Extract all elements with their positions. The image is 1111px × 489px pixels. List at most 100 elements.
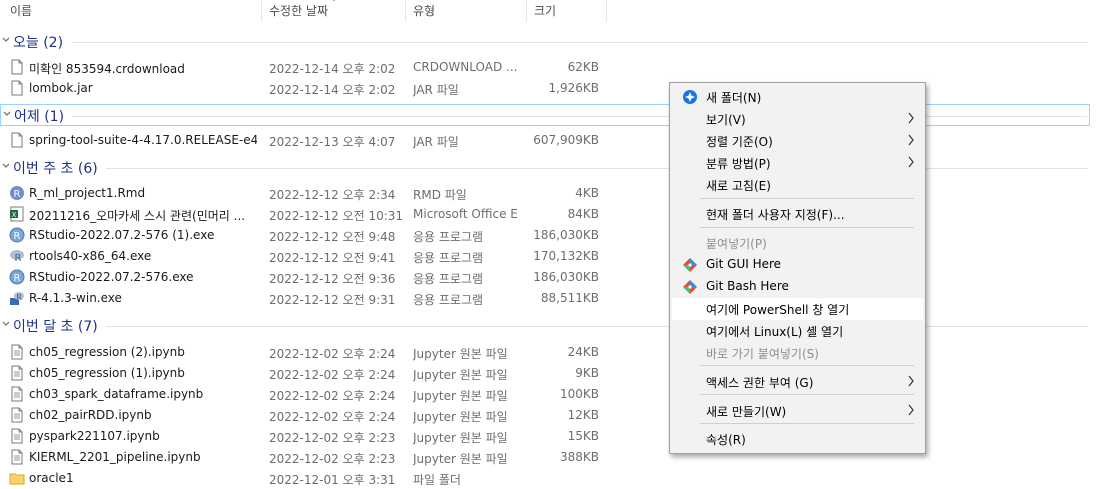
- file-row[interactable]: oracle1 2022-12-01 오후 3:31 파일 폴더: [0, 468, 660, 489]
- file-type: Jupyter 원본 파일: [413, 431, 508, 445]
- menu-item-group-by[interactable]: 분류 방법(P): [672, 152, 923, 174]
- menu-item-give-access[interactable]: 액세스 권한 부여 (G): [672, 371, 923, 393]
- menu-item-linux-shell[interactable]: 여기에서 Linux(L) 셸 열기: [672, 320, 923, 342]
- menu-item-label: 여기에서 Linux(L) 셸 열기: [706, 325, 844, 339]
- menu-item-customize-folder[interactable]: 현재 폴더 사용자 지정(F)...: [672, 203, 923, 225]
- file-date: 2022-12-12 오전 9:48: [269, 230, 396, 244]
- sort-indicator-icon: ⌄: [330, 0, 338, 4]
- blank-file-icon: [9, 132, 25, 148]
- chevron-down-icon[interactable]: [1, 160, 11, 170]
- file-row[interactable]: R RStudio-2022.07.2-576.exe 2022-12-12 오전 …: [0, 267, 660, 288]
- file-type: RMD 파일: [413, 188, 467, 202]
- file-size: 186,030KB: [533, 228, 599, 242]
- menu-item-label: 바로 가기 붙여넣기(S): [706, 347, 819, 361]
- menu-item-sort-by[interactable]: 정렬 기준(O): [672, 130, 923, 152]
- blank-file-icon: [9, 80, 25, 96]
- menu-item-git-gui[interactable]: Git GUI Here: [672, 254, 923, 276]
- group-divider: [106, 168, 1088, 169]
- text-file-icon: [9, 344, 25, 360]
- menu-item-label: Git Bash Here: [706, 279, 789, 293]
- file-date: 2022-12-12 오전 9:31: [269, 293, 396, 307]
- file-size: 100KB: [559, 387, 599, 401]
- r-installer-icon: R: [9, 248, 25, 264]
- menu-item-refresh[interactable]: 새로 고침(E): [672, 174, 923, 196]
- file-date: 2022-12-12 오전 9:41: [269, 251, 396, 265]
- file-size: 62KB: [567, 60, 599, 74]
- file-date: 2022-12-14 오후 2:02: [269, 83, 396, 97]
- group-header[interactable]: 어제 (1): [0, 104, 1090, 126]
- group-title: 오늘 (2): [13, 35, 64, 51]
- file-type: 응용 프로그램: [413, 293, 484, 307]
- group-header[interactable]: 이번 달 초 (7): [0, 315, 1090, 337]
- file-type: CRDOWNLOAD ...: [413, 60, 517, 74]
- file-row[interactable]: X 20211216_오마카세 스시 관련(민머리 ... 2022-12-12 오…: [0, 204, 660, 225]
- menu-item-label: 보기(V): [706, 113, 746, 127]
- menu-item-properties[interactable]: 속성(R): [672, 428, 923, 450]
- file-name: R_ml_project1.Rmd: [29, 186, 146, 200]
- file-row[interactable]: ch05_regression (1).ipynb 2022-12-02 오후 2…: [0, 363, 660, 384]
- file-name: RStudio-2022.07.2-576 (1).exe: [29, 228, 215, 242]
- file-date: 2022-12-12 오전 10:31: [269, 209, 404, 223]
- svg-text:R: R: [15, 253, 22, 264]
- menu-item-new[interactable]: 새로 만들기(W): [672, 400, 923, 422]
- file-type: 파일 폴더: [413, 473, 461, 487]
- column-divider[interactable]: [261, 0, 262, 22]
- excel-file-icon: X: [9, 206, 25, 222]
- file-row[interactable]: Rrtools40-x86_64.exe 2022-12-12 오전 9:41 응용…: [0, 246, 660, 267]
- file-date: 2022-12-02 오후 2:23: [269, 431, 396, 445]
- column-divider[interactable]: [526, 0, 527, 22]
- text-file-icon: [9, 449, 25, 465]
- file-row[interactable]: KIERML_2201_pipeline.ipynb 2022-12-02 오후 …: [0, 447, 660, 468]
- file-name: ch03_spark_dataframe.ipynb: [29, 387, 204, 401]
- menu-separator: [700, 227, 914, 228]
- column-type[interactable]: 유형: [413, 2, 435, 19]
- group-title: 어제 (1): [14, 109, 65, 125]
- context-menu: 새 폴더(N) 보기(V) 정렬 기준(O) 분류 방법(P) 새로 고침(E) 현재 폴…: [669, 82, 926, 454]
- menu-item-new-folder[interactable]: 새 폴더(N): [672, 86, 923, 108]
- column-size[interactable]: 크기: [534, 2, 556, 19]
- menu-item-label: 여기에 PowerShell 창 열기: [706, 303, 850, 317]
- file-row[interactable]: R R_ml_project1.Rmd 2022-12-12 오후 2:34 RMD …: [0, 183, 660, 204]
- file-type: Jupyter 원본 파일: [413, 347, 508, 361]
- column-header: 이름 ⌄ 수정한 날짜 유형 크기: [0, 0, 1111, 24]
- group-header[interactable]: 이번 주 초 (6): [0, 157, 1090, 179]
- chevron-down-icon[interactable]: [1, 318, 11, 328]
- file-date: 2022-12-01 오후 3:31: [269, 473, 396, 487]
- column-divider[interactable]: [405, 0, 406, 22]
- menu-item-label: 붙여넣기(P): [706, 237, 767, 251]
- file-row[interactable]: ch05_regression (2).ipynb 2022-12-02 오후 2…: [0, 342, 660, 363]
- file-row[interactable]: lombok.jar 2022-12-14 오후 2:02 JAR 파일 1,926K…: [0, 78, 660, 99]
- column-name[interactable]: 이름: [10, 2, 32, 19]
- group-divider: [71, 42, 1088, 43]
- menu-item-view[interactable]: 보기(V): [672, 108, 923, 130]
- svg-text:R: R: [14, 231, 21, 242]
- file-size: 1,926KB: [548, 81, 599, 95]
- chevron-down-icon[interactable]: [2, 108, 12, 118]
- file-row[interactable]: pyspark221107.ipynb 2022-12-02 오후 2:23 Jup…: [0, 426, 660, 447]
- file-type: Jupyter 원본 파일: [413, 452, 508, 466]
- r-setup-icon: R: [9, 290, 25, 306]
- file-row[interactable]: R R-4.1.3-win.exe 2022-12-12 오전 9:31 응용 프로그…: [0, 288, 660, 309]
- menu-item-git-bash[interactable]: Git Bash Here: [672, 276, 923, 298]
- file-type: 응용 프로그램: [413, 272, 484, 286]
- column-divider[interactable]: [606, 0, 607, 22]
- file-size: 12KB: [567, 408, 599, 422]
- file-type: 응용 프로그램: [413, 251, 484, 265]
- file-row[interactable]: ch03_spark_dataframe.ipynb 2022-12-02 오후 …: [0, 384, 660, 405]
- chevron-down-icon[interactable]: [1, 34, 11, 44]
- file-size: 186,030KB: [533, 270, 599, 284]
- file-name: R-4.1.3-win.exe: [29, 291, 122, 305]
- file-row[interactable]: R RStudio-2022.07.2-576 (1).exe 2022-12-12…: [0, 225, 660, 246]
- file-date: 2022-12-02 오후 2:23: [269, 452, 396, 466]
- file-size: 388KB: [559, 450, 599, 464]
- file-row[interactable]: spring-tool-suite-4-4.17.0.RELEASE-e4.2.…: [0, 130, 660, 151]
- new-folder-icon: [682, 89, 698, 105]
- file-row[interactable]: ch02_pairRDD.ipynb 2022-12-02 오후 2:24 Jupy…: [0, 405, 660, 426]
- file-row[interactable]: 미확인 853594.crdownload 2022-12-14 오후 2:02 C…: [0, 57, 660, 78]
- text-file-icon: [9, 386, 25, 402]
- group-header[interactable]: 오늘 (2): [0, 31, 1090, 53]
- column-date[interactable]: 수정한 날짜: [269, 2, 328, 19]
- file-name: KIERML_2201_pipeline.ipynb: [29, 450, 201, 464]
- file-type: JAR 파일: [413, 135, 459, 149]
- menu-item-powershell[interactable]: 여기에 PowerShell 창 열기: [672, 298, 923, 320]
